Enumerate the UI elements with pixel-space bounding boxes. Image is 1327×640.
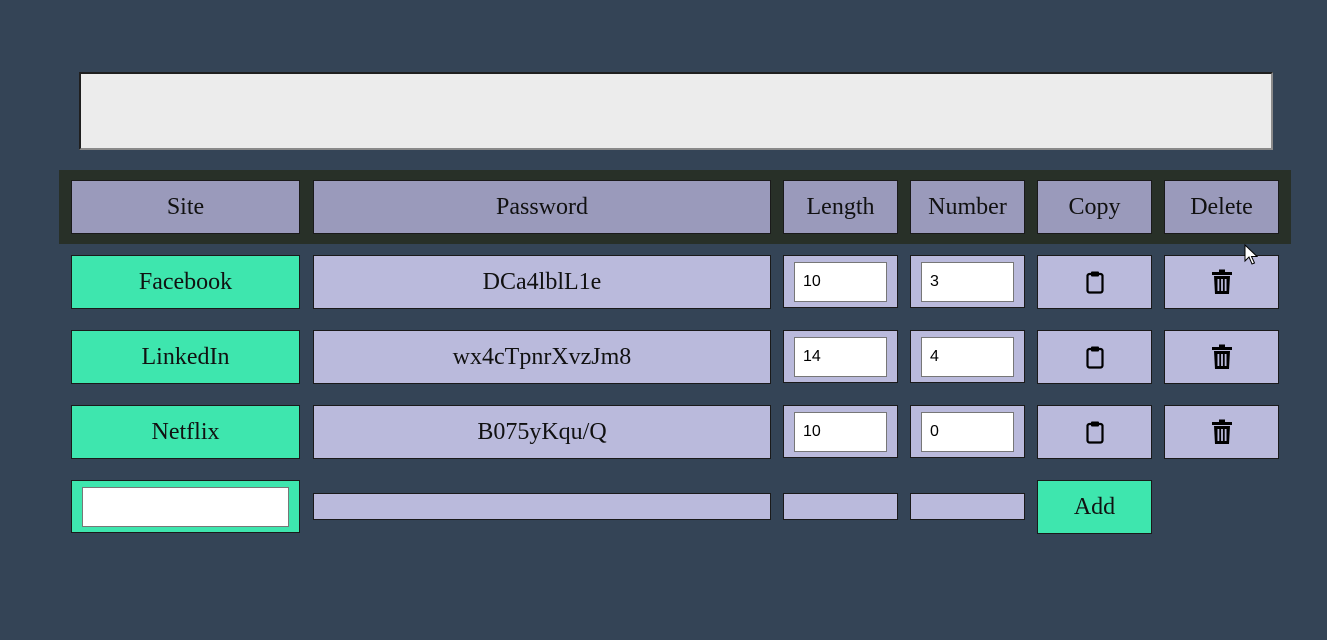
new-length-placeholder [783, 493, 898, 520]
row-password: B075yKqu/Q [313, 405, 771, 459]
row-site: Netflix [71, 405, 300, 459]
row-number-cell [910, 330, 1025, 383]
row-number-cell [910, 405, 1025, 458]
length-input[interactable] [794, 261, 887, 302]
trash-icon [1211, 344, 1233, 370]
row-password: wx4cTpnrXvzJm8 [313, 330, 771, 384]
new-password-placeholder [313, 493, 771, 520]
top-display-box [79, 72, 1273, 150]
new-number-placeholder [910, 493, 1025, 520]
header-site: Site [71, 180, 300, 234]
row-number-cell [910, 255, 1025, 308]
row-length-cell [783, 255, 898, 308]
length-input[interactable] [794, 411, 887, 452]
mouse-cursor-icon [1244, 244, 1258, 265]
new-site-input[interactable] [82, 486, 289, 527]
copy-button[interactable] [1037, 255, 1152, 309]
row-password: DCa4lblL1e [313, 255, 771, 309]
delete-button[interactable] [1164, 330, 1279, 384]
length-input[interactable] [794, 336, 887, 377]
header-copy: Copy [1037, 180, 1152, 234]
trash-icon [1211, 419, 1233, 445]
row-site: LinkedIn [71, 330, 300, 384]
delete-button[interactable] [1164, 255, 1279, 309]
trash-icon [1211, 269, 1233, 295]
delete-button[interactable] [1164, 405, 1279, 459]
number-input[interactable] [921, 261, 1014, 302]
copy-button[interactable] [1037, 405, 1152, 459]
header-password: Password [313, 180, 771, 234]
header-delete: Delete [1164, 180, 1279, 234]
header-length: Length [783, 180, 898, 234]
header-number: Number [910, 180, 1025, 234]
number-input[interactable] [921, 336, 1014, 377]
copy-button[interactable] [1037, 330, 1152, 384]
row-length-cell [783, 405, 898, 458]
clipboard-icon [1085, 270, 1104, 294]
new-site-cell [71, 480, 300, 533]
clipboard-icon [1085, 345, 1104, 369]
add-button[interactable]: Add [1037, 480, 1152, 534]
number-input[interactable] [921, 411, 1014, 452]
row-site: Facebook [71, 255, 300, 309]
row-length-cell [783, 330, 898, 383]
clipboard-icon [1085, 420, 1104, 444]
